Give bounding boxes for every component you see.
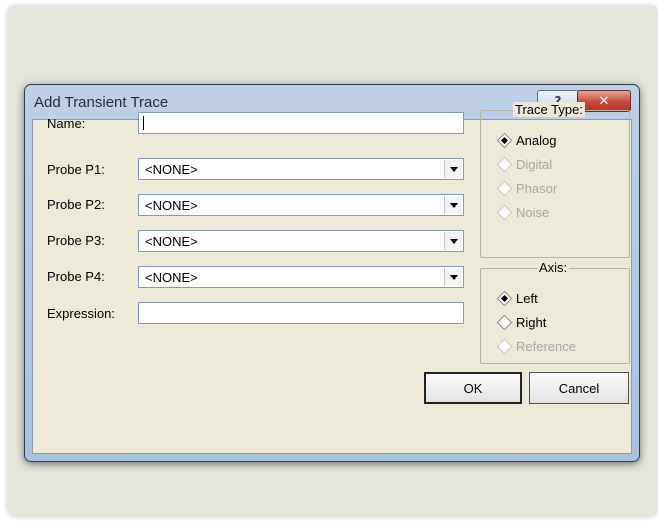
probe-p4-select[interactable]: <NONE>	[138, 266, 464, 288]
radio-diamond-icon	[496, 204, 513, 221]
trace-type-group: Trace Type: Analog Digital Phasor Noise	[480, 102, 630, 258]
axis-legend: Axis:	[537, 260, 570, 275]
probe-p3-select[interactable]: <NONE>	[138, 230, 464, 252]
close-icon: ✕	[598, 93, 610, 109]
trace-type-noise-radio[interactable]: Noise	[496, 204, 550, 221]
probe-p2-value: <NONE>	[145, 198, 198, 213]
axis-left-radio[interactable]: Left	[496, 290, 538, 307]
probe-p3-value: <NONE>	[145, 234, 198, 249]
radio-diamond-icon	[496, 314, 513, 331]
dropdown-arrow-icon[interactable]	[444, 268, 462, 286]
ok-button-label: OK	[463, 380, 483, 396]
name-field[interactable]	[138, 112, 464, 134]
trace-type-phasor-label: Phasor	[516, 181, 558, 196]
probe-p1-select[interactable]: <NONE>	[138, 158, 464, 180]
dropdown-arrow-icon[interactable]	[444, 160, 462, 178]
ok-button[interactable]: OK	[424, 372, 522, 404]
window-title: Add Transient Trace	[34, 94, 169, 111]
axis-left-label: Left	[516, 291, 538, 306]
add-transient-trace-dialog: Add Transient Trace ? ✕ Name: Probe P1: …	[24, 84, 640, 462]
probe-p3-label: Probe P3:	[47, 233, 105, 248]
radio-diamond-icon	[496, 156, 513, 173]
probe-p4-label: Probe P4:	[47, 269, 105, 284]
expression-field[interactable]	[138, 302, 464, 324]
trace-type-phasor-radio[interactable]: Phasor	[496, 180, 558, 197]
radio-diamond-icon	[496, 180, 513, 197]
probe-p1-label: Probe P1:	[47, 162, 105, 177]
trace-type-digital-label: Digital	[516, 157, 553, 172]
probe-p2-label: Probe P2:	[47, 197, 105, 212]
axis-reference-radio[interactable]: Reference	[496, 338, 576, 355]
close-button[interactable]: ✕	[577, 90, 631, 112]
probe-p2-select[interactable]: <NONE>	[138, 194, 464, 216]
cancel-button[interactable]: Cancel	[529, 372, 629, 404]
dialog-body: Name: Probe P1: <NONE> Probe P2: <NONE> …	[32, 102, 632, 454]
probe-p1-value: <NONE>	[145, 162, 198, 177]
dropdown-arrow-icon[interactable]	[444, 196, 462, 214]
radio-diamond-icon	[496, 290, 513, 307]
axis-right-label: Right	[516, 315, 547, 330]
text-caret	[143, 116, 144, 130]
radio-diamond-icon	[496, 338, 513, 355]
cancel-button-label: Cancel	[558, 380, 600, 396]
probe-p4-value: <NONE>	[145, 270, 198, 285]
expression-label: Expression:	[47, 306, 115, 321]
radio-diamond-icon	[496, 132, 513, 149]
dropdown-arrow-icon[interactable]	[444, 232, 462, 250]
name-label: Name:	[47, 116, 86, 131]
trace-type-noise-label: Noise	[516, 205, 550, 220]
axis-right-radio[interactable]: Right	[496, 314, 547, 331]
trace-type-analog-label: Analog	[516, 133, 557, 148]
trace-type-digital-radio[interactable]: Digital	[496, 156, 553, 173]
axis-group: Axis: Left Right Reference	[480, 260, 630, 364]
trace-type-legend: Trace Type:	[513, 102, 585, 117]
axis-reference-label: Reference	[516, 339, 576, 354]
trace-type-analog-radio[interactable]: Analog	[496, 132, 557, 149]
